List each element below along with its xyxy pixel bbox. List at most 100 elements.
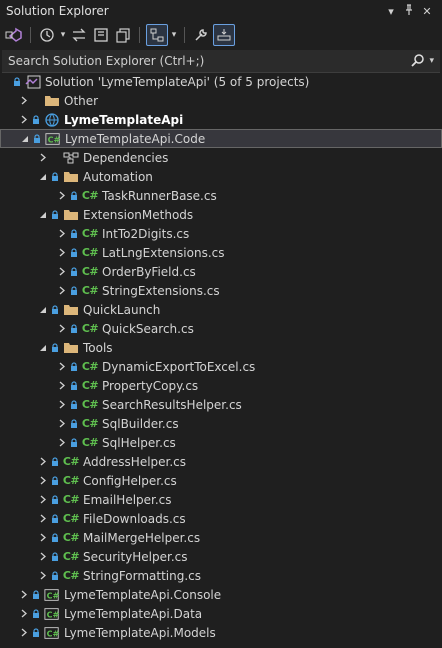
tree-item[interactable]: C# DynamicExportToExcel.cs: [0, 357, 442, 376]
search-icon[interactable]: [411, 53, 425, 70]
tree-item[interactable]: ExtensionMethods: [0, 205, 442, 224]
collapsed-arrow-icon[interactable]: [19, 628, 29, 637]
tree-item[interactable]: C# MailMergeHelper.cs: [0, 528, 442, 547]
tree-item[interactable]: C# SqlBuilder.cs: [0, 414, 442, 433]
collapsed-arrow-icon[interactable]: [57, 191, 67, 200]
tree-item[interactable]: C# PropertyCopy.cs: [0, 376, 442, 395]
expanded-arrow-icon[interactable]: [20, 135, 30, 143]
collapsed-arrow-icon[interactable]: [57, 267, 67, 276]
svg-text:C#: C#: [47, 629, 60, 638]
tree-item-label: TaskRunnerBase.cs: [102, 188, 217, 203]
tree-item[interactable]: C# TaskRunnerBase.cs: [0, 186, 442, 205]
csharp-file-icon: C#: [81, 246, 99, 259]
lock-icon: [50, 551, 60, 562]
collapsed-arrow-icon[interactable]: [38, 552, 48, 561]
search-box[interactable]: Search Solution Explorer (Ctrl+;) ▾: [2, 50, 440, 73]
toolbar: ▾ ▾: [0, 22, 442, 48]
tree-item[interactable]: C# SecurityHelper.cs: [0, 547, 442, 566]
tree-item[interactable]: Solution 'LymeTemplateApi' (5 of 5 proje…: [0, 72, 442, 91]
tree-item[interactable]: C# AddressHelper.cs: [0, 452, 442, 471]
collapsed-arrow-icon[interactable]: [19, 590, 29, 599]
pending-changes-dropdown[interactable]: ▾: [59, 25, 67, 45]
tree-item[interactable]: QuickLaunch: [0, 300, 442, 319]
tree-item[interactable]: C# FileDownloads.cs: [0, 509, 442, 528]
tree-item[interactable]: C# SqlHelper.cs: [0, 433, 442, 452]
collapsed-arrow-icon[interactable]: [57, 229, 67, 238]
collapsed-arrow-icon[interactable]: [38, 533, 48, 542]
close-icon[interactable]: ✕: [418, 5, 436, 18]
lock-icon: [32, 133, 42, 144]
tree-item-label: LymeTemplateApi.Console: [64, 587, 222, 602]
tree-view-toggle-button[interactable]: [146, 24, 168, 46]
show-all-files-button[interactable]: [113, 25, 133, 45]
lock-icon: [69, 228, 79, 239]
sync-with-active-document-button[interactable]: [69, 25, 89, 45]
search-options-dropdown[interactable]: ▾: [429, 56, 434, 66]
csharp-file-icon: C#: [81, 417, 99, 430]
tree-item-label: Tools: [83, 340, 113, 355]
tree-item[interactable]: Dependencies: [0, 148, 442, 167]
collapsed-arrow-icon[interactable]: [57, 248, 67, 257]
collapsed-arrow-icon[interactable]: [57, 362, 67, 371]
pin-icon[interactable]: [400, 3, 418, 19]
csharp-file-icon: C#: [62, 531, 80, 544]
tree-item[interactable]: C# LymeTemplateApi.Code: [0, 129, 442, 148]
properties-button[interactable]: [191, 25, 211, 45]
tree-item[interactable]: C# OrderByField.cs: [0, 262, 442, 281]
tree-item[interactable]: C# LatLngExtensions.cs: [0, 243, 442, 262]
collapsed-arrow-icon[interactable]: [38, 457, 48, 466]
collapsed-arrow-icon[interactable]: [38, 476, 48, 485]
lock-icon: [50, 475, 60, 486]
lock-icon: [69, 380, 79, 391]
expanded-arrow-icon[interactable]: [38, 344, 48, 352]
expanded-arrow-icon[interactable]: [38, 211, 48, 219]
csharp-project-icon: C#: [45, 132, 61, 146]
collapsed-arrow-icon[interactable]: [57, 400, 67, 409]
search-input[interactable]: Search Solution Explorer (Ctrl+;): [8, 54, 411, 68]
tree-item-label: DynamicExportToExcel.cs: [102, 359, 256, 374]
collapsed-arrow-icon[interactable]: [57, 286, 67, 295]
tree-item[interactable]: LymeTemplateApi: [0, 110, 442, 129]
toolbar-separator: [30, 27, 31, 43]
tree-item[interactable]: C# IntTo2Digits.cs: [0, 224, 442, 243]
switch-views-button[interactable]: [4, 25, 24, 45]
expanded-arrow-icon[interactable]: [38, 173, 48, 181]
tree-view-dropdown[interactable]: ▾: [170, 25, 178, 45]
lock-icon: [31, 589, 41, 600]
collapsed-arrow-icon[interactable]: [38, 571, 48, 580]
tree-item[interactable]: C# LymeTemplateApi.Data: [0, 604, 442, 623]
tree-item[interactable]: C# ConfigHelper.cs: [0, 471, 442, 490]
tree-item[interactable]: Tools: [0, 338, 442, 357]
collapsed-arrow-icon[interactable]: [38, 153, 48, 162]
collapsed-arrow-icon[interactable]: [38, 514, 48, 523]
tree-item[interactable]: C# SearchResultsHelper.cs: [0, 395, 442, 414]
tree-item[interactable]: Automation: [0, 167, 442, 186]
csharp-file-icon: C#: [81, 189, 99, 202]
tree-item[interactable]: C# EmailHelper.cs: [0, 490, 442, 509]
collapsed-arrow-icon[interactable]: [19, 96, 29, 105]
csharp-file-icon: C#: [62, 550, 80, 563]
lock-icon: [31, 627, 41, 638]
preview-selected-items-button[interactable]: [213, 24, 235, 46]
tree-item[interactable]: C# LymeTemplateApi.Console: [0, 585, 442, 604]
collapsed-arrow-icon[interactable]: [57, 324, 67, 333]
lock-icon: [69, 361, 79, 372]
collapse-all-button[interactable]: [91, 25, 111, 45]
window-position-dropdown-icon[interactable]: ▾: [382, 5, 400, 18]
collapsed-arrow-icon[interactable]: [19, 609, 29, 618]
lock-icon: [50, 171, 60, 182]
tree-item-label: MailMergeHelper.cs: [83, 530, 201, 545]
collapsed-arrow-icon[interactable]: [57, 419, 67, 428]
expanded-arrow-icon[interactable]: [38, 306, 48, 314]
tree-item[interactable]: Other: [0, 91, 442, 110]
tree-item[interactable]: C# LymeTemplateApi.Models: [0, 623, 442, 642]
tree-item[interactable]: C# QuickSearch.cs: [0, 319, 442, 338]
collapsed-arrow-icon[interactable]: [57, 381, 67, 390]
tree-item[interactable]: C# StringFormatting.cs: [0, 566, 442, 585]
collapsed-arrow-icon[interactable]: [57, 438, 67, 447]
collapsed-arrow-icon[interactable]: [38, 495, 48, 504]
collapsed-arrow-icon[interactable]: [19, 115, 29, 124]
tree-item[interactable]: C# StringExtensions.cs: [0, 281, 442, 300]
pending-changes-filter-button[interactable]: [37, 25, 57, 45]
csharp-file-icon: C#: [62, 512, 80, 525]
